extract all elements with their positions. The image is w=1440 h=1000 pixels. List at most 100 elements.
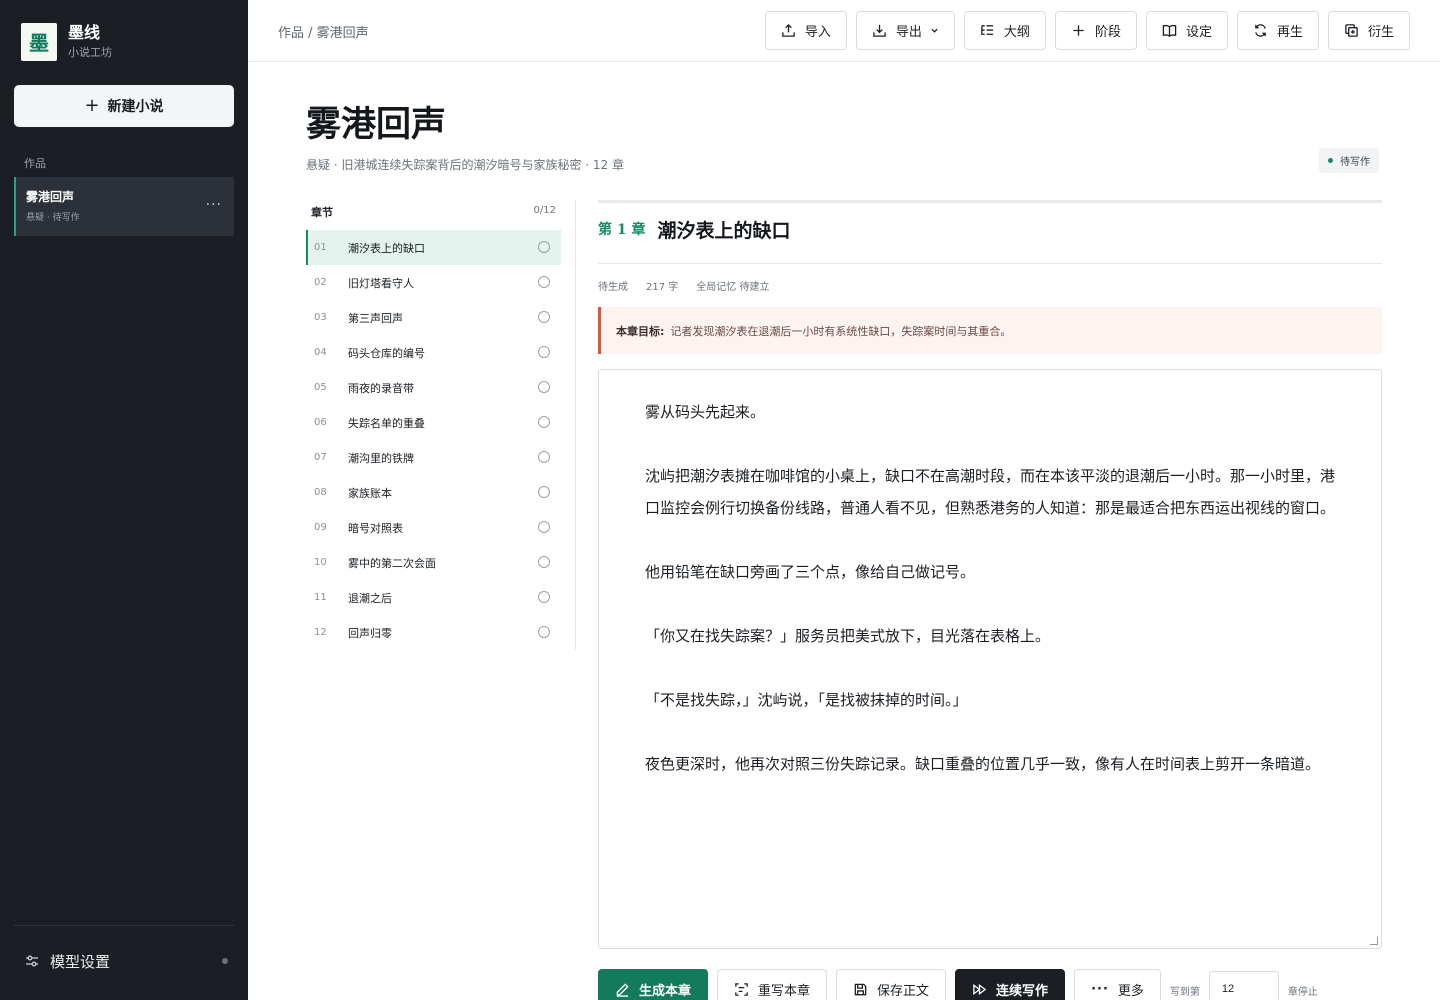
more-button[interactable]: ··· 更多 xyxy=(1074,969,1161,1000)
export-button[interactable]: 导出 xyxy=(855,11,955,50)
stage-button[interactable]: 阶段 xyxy=(1054,11,1137,50)
chapter-panel: 章节 0/12 01 潮汐表上的缺口 02 旧灯塔看守人 03 第三声回声 04 码头仓… xyxy=(306,200,576,650)
rewrite-chapter-button[interactable]: 重写本章 xyxy=(717,969,828,1000)
chapter-text-editor[interactable]: 雾从码头先起来。 沈屿把潮汐表摊在咖啡馆的小桌上，缺口不在高潮时段，而在本该平淡… xyxy=(598,369,1382,949)
save-text-button[interactable]: 保存正文 xyxy=(836,969,947,1000)
paragraph: 「不是找失踪，」沈屿说，「是找被抹掉的时间。」 xyxy=(645,691,968,709)
chapter-number: 11 xyxy=(314,592,327,603)
status-circle-icon xyxy=(538,276,550,288)
status-circle-icon xyxy=(538,346,550,358)
generation-state: 待生成 xyxy=(598,282,628,293)
status-badge: 待写作 xyxy=(1319,148,1379,173)
divider xyxy=(14,925,234,926)
chapter-item[interactable]: 09 暗号对照表 xyxy=(306,510,561,545)
chapter-number: 06 xyxy=(314,417,327,428)
outline-button[interactable]: 大纲 xyxy=(963,11,1046,50)
chapter-number: 10 xyxy=(314,557,327,568)
status-circle-icon xyxy=(538,451,550,463)
continuous-label: 连续写作 xyxy=(996,983,1049,999)
chapter-title-heading: 潮汐表上的缺口 xyxy=(657,219,791,242)
chapter-item[interactable]: 07 潮沟里的铁牌 xyxy=(306,440,561,475)
status-circle-icon xyxy=(538,381,550,393)
status-dot xyxy=(222,958,228,964)
new-novel-button[interactable]: + 新建小说 xyxy=(14,85,234,127)
page-title: 雾港回声 xyxy=(306,104,447,145)
status-circle-icon xyxy=(538,591,550,603)
chapter-item[interactable]: 01 潮汐表上的缺口 xyxy=(306,230,561,265)
more-options-icon[interactable]: ··· xyxy=(206,197,222,213)
chapter-goal: 本章目标: 记者发现潮汐表在退潮后一小时有系统性缺口，失踪案时间与其重合。 xyxy=(598,307,1382,354)
download-icon xyxy=(873,24,886,37)
chapter-item[interactable]: 03 第三声回声 xyxy=(306,300,561,335)
chapter-number: 09 xyxy=(314,522,327,533)
status-circle-icon xyxy=(538,311,550,323)
paragraph: 夜色更深时，他再次对照三份失踪记录。缺口重叠的位置几乎一致，像有人在时间表上剪开… xyxy=(645,755,1321,773)
list-tree-icon xyxy=(981,25,994,35)
toolbar: 导入 导出 大纲 阶段 设定 再生 衍生 xyxy=(764,11,1410,50)
memory-status: 全局记忆 待建立 xyxy=(696,282,770,293)
chapter-list: 01 潮汐表上的缺口 02 旧灯塔看守人 03 第三声回声 04 码头仓库的编号 05 雨… xyxy=(306,230,561,650)
settings-label: 设定 xyxy=(1185,25,1212,40)
more-label: 更多 xyxy=(1117,983,1144,999)
chapter-number: 08 xyxy=(314,487,327,498)
chapter-item[interactable]: 05 雨夜的录音带 xyxy=(306,370,561,405)
chapter-item[interactable]: 06 失踪名单的重叠 xyxy=(306,405,561,440)
paragraph: 沈屿把潮汐表摊在咖啡馆的小桌上，缺口不在高潮时段，而在本该平淡的退潮后一小时。那… xyxy=(645,467,1336,517)
chapter-item[interactable]: 02 旧灯塔看守人 xyxy=(306,265,561,300)
outline-label: 大纲 xyxy=(1003,25,1030,40)
generate-chapter-button[interactable]: 生成本章 xyxy=(598,969,709,1000)
chapter-item[interactable]: 12 回声归零 xyxy=(306,615,561,650)
works-section-label: 作品 xyxy=(24,157,46,170)
chapter-item[interactable]: 08 家族账本 xyxy=(306,475,561,510)
chapter-title: 回声归零 xyxy=(348,626,392,640)
ellipsis-icon: ··· xyxy=(1091,981,1109,997)
chapter-meta: 待生成 217 字 全局记忆 待建立 xyxy=(598,278,1382,294)
chapter-title: 第三声回声 xyxy=(348,311,403,325)
save-icon xyxy=(854,983,867,995)
chapter-item[interactable]: 10 雾中的第二次会面 xyxy=(306,545,561,580)
derive-label: 衍生 xyxy=(1367,25,1394,40)
copy-plus-icon xyxy=(1345,24,1358,37)
import-label: 导入 xyxy=(804,25,831,40)
work-item[interactable]: 雾港回声 悬疑 · 待写作 ··· xyxy=(14,177,234,236)
paragraph: 他用铅笔在缺口旁画了三个点，像给自己做记号。 xyxy=(645,563,976,581)
chapter-list-label: 章节 xyxy=(311,206,333,219)
novel-meta: 悬疑 · 旧港城连续失踪案背后的潮汐暗号与家族秘密 · 12 章 xyxy=(306,158,624,172)
action-bar: 生成本章 重写本章 保存正文 连续写作 ··· 更多 写到第 章停止 xyxy=(598,969,1318,1000)
chapter-title: 潮汐表上的缺口 xyxy=(348,241,425,255)
chapter-list-header: 章节 0/12 xyxy=(306,200,575,230)
work-meta: 悬疑 · 待写作 xyxy=(26,213,80,223)
import-button[interactable]: 导入 xyxy=(764,11,847,50)
chapter-item[interactable]: 04 码头仓库的编号 xyxy=(306,335,561,370)
status-circle-icon xyxy=(538,416,550,428)
fast-forward-icon xyxy=(973,983,987,995)
scan-text-icon xyxy=(735,982,748,996)
app-subtitle: 小说工坊 xyxy=(68,46,112,59)
book-open-icon xyxy=(1162,24,1177,37)
settings-button[interactable]: 设定 xyxy=(1145,11,1228,50)
goal-text: 记者发现潮汐表在退潮后一小时有系统性缺口，失踪案时间与其重合。 xyxy=(670,324,1012,338)
pencil-icon xyxy=(616,982,629,997)
chapter-number: 07 xyxy=(314,452,327,463)
regenerate-button[interactable]: 再生 xyxy=(1236,11,1319,50)
continuous-write-button[interactable]: 连续写作 xyxy=(955,969,1066,1000)
model-settings-button[interactable]: 模型设置 xyxy=(24,950,228,972)
derive-button[interactable]: 衍生 xyxy=(1327,11,1410,50)
refresh-icon xyxy=(1255,24,1266,37)
stop-chapter-input[interactable] xyxy=(1208,971,1279,1000)
chapter-title: 码头仓库的编号 xyxy=(348,346,425,360)
sidebar: 墨 墨线 小说工坊 + 新建小说 作品 雾港回声 悬疑 · 待写作 ··· 模型… xyxy=(0,0,248,1000)
chapter-number: 02 xyxy=(314,277,327,288)
chapter-title: 暗号对照表 xyxy=(348,521,403,535)
new-novel-label: 新建小说 xyxy=(107,99,164,115)
chapter-title: 失踪名单的重叠 xyxy=(348,416,425,430)
resize-handle[interactable] xyxy=(1370,937,1378,945)
model-settings-label: 模型设置 xyxy=(50,952,111,971)
work-title: 雾港回声 xyxy=(26,190,75,204)
sliders-icon xyxy=(26,955,38,967)
stop-suffix-label: 章停止 xyxy=(1287,987,1318,998)
status-dot xyxy=(1328,158,1333,163)
paragraph: 「你又在找失踪案？」服务员把美式放下，目光落在表格上。 xyxy=(645,627,1051,645)
chapter-number: 04 xyxy=(314,347,327,358)
chapter-item[interactable]: 11 退潮之后 xyxy=(306,580,561,615)
